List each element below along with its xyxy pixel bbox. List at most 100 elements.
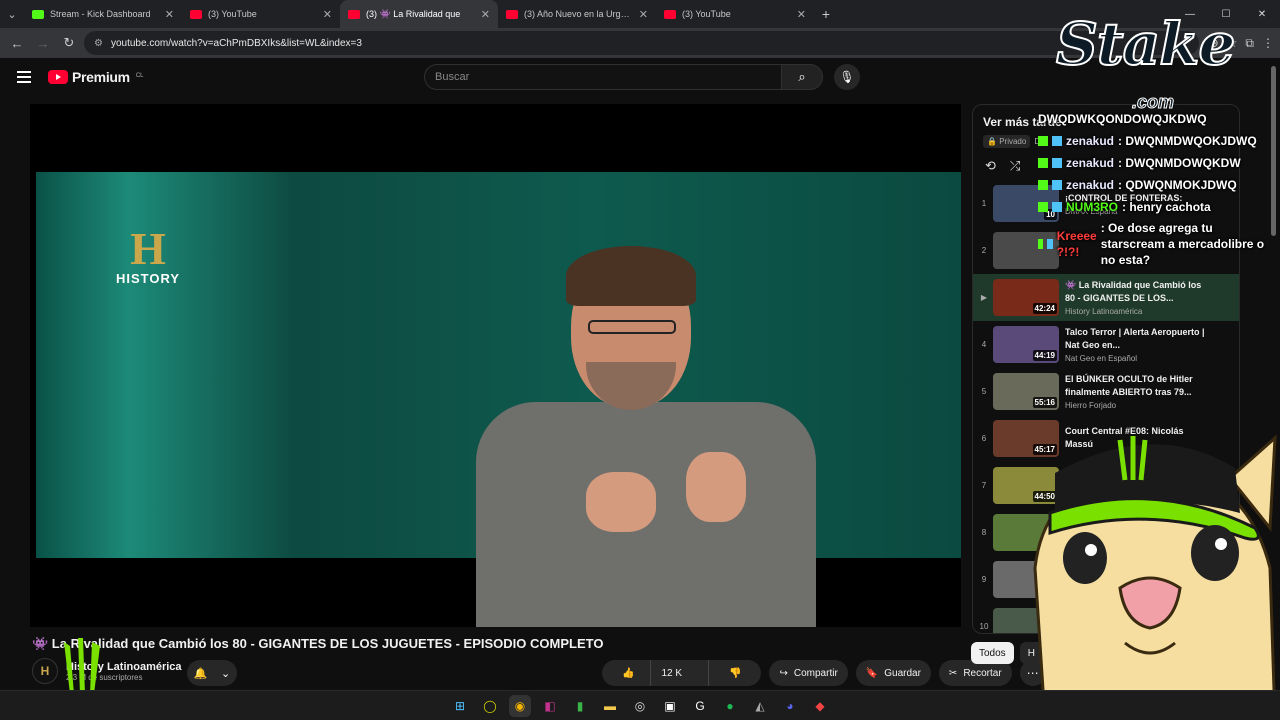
history-h-icon: H <box>130 223 166 274</box>
close-tab-icon[interactable]: ✕ <box>323 8 332 21</box>
playlist-video-channel: Hierro Forjado <box>1065 401 1117 410</box>
tab-title: (3) Año Nuevo en la Urgencia - <box>524 9 633 19</box>
playlist-index: 7 <box>981 481 987 490</box>
chat-message: Kreeee ?!?! : Oe dose agrega tu starscre… <box>1038 218 1278 268</box>
close-window-icon[interactable]: ✕ <box>1244 0 1280 28</box>
playlist-item[interactable]: 5 55:16 El BÚNKER OCULTO de Hitler final… <box>973 368 1239 415</box>
thumbs-up-icon: 👍 <box>622 667 635 679</box>
youtube-play-icon <box>48 70 68 84</box>
sub-badge-icon <box>1052 136 1062 146</box>
share-icon: ↪ <box>779 667 788 679</box>
like-count: 12 K <box>650 660 692 686</box>
bell-icon: 🔔 <box>193 667 208 680</box>
playlist-index: 6 <box>981 434 987 443</box>
browser-tab[interactable]: (3) YouTube ✕ <box>182 0 340 28</box>
video-thumbnail[interactable]: 42:24 <box>993 279 1059 316</box>
loop-icon[interactable]: ⟲ <box>985 158 996 174</box>
clip-label: Recortar <box>963 667 1002 679</box>
shuffle-icon[interactable]: ⤮ <box>1010 158 1020 174</box>
app-icon[interactable]: ◯ <box>479 695 501 717</box>
app-icon[interactable]: ◭ <box>749 695 771 717</box>
new-tab-button[interactable]: + <box>814 6 838 22</box>
chat-message: zenakud : DWQNMDWQOKJDWQ <box>1038 130 1278 152</box>
os-taskbar: ⊞ ◯ ◉ ◧ ▮ ▬ ◎ ▣ G ● ◭ ◕ ◆ <box>0 690 1280 720</box>
playlist-video-channel: History Latinoamérica <box>1065 307 1143 316</box>
windows-start-icon[interactable]: ⊞ <box>449 695 471 717</box>
share-button[interactable]: ↪ Compartir <box>769 660 848 686</box>
hamburger-menu-icon[interactable] <box>12 65 36 89</box>
playlist-video-title: 👾 La Rivalidad que Cambió los 80 - GIGAN… <box>1065 280 1202 303</box>
chat-username: zenakud <box>1066 178 1115 192</box>
kick-badge-icon <box>1038 158 1048 168</box>
back-icon[interactable]: ← <box>6 32 28 54</box>
menu-icon[interactable]: ⋮ <box>1262 36 1274 51</box>
youtube-premium-logo[interactable]: Premium CL <box>48 69 143 85</box>
youtube-favicon-icon <box>506 9 518 19</box>
discord-icon[interactable]: ◕ <box>779 695 801 717</box>
playlist-index: 4 <box>981 340 987 349</box>
filter-chip[interactable]: Todos <box>971 642 1014 664</box>
app-icon[interactable]: ▮ <box>569 695 591 717</box>
channel-avatar[interactable]: H <box>32 658 58 684</box>
chat-message: zenakud : DWQNMDOWQKDW <box>1038 152 1278 174</box>
playlist-item[interactable]: 4 44:19 Talco Terror | Alerta Aeropuerto… <box>973 321 1239 368</box>
extensions-icon[interactable]: ⧉ <box>1245 36 1254 51</box>
video-thumbnail[interactable]: 55:16 <box>993 373 1059 410</box>
playlist-video-channel: Nat Geo en Español <box>1065 354 1138 363</box>
privacy-label: Privado <box>999 137 1027 146</box>
reload-icon[interactable]: ↻ <box>58 32 80 54</box>
app-icon[interactable]: G <box>689 695 711 717</box>
dislike-button[interactable]: 👎 <box>708 660 761 686</box>
close-tab-icon[interactable]: ✕ <box>797 8 806 21</box>
video-thumbnail[interactable]: 44:19 <box>993 326 1059 363</box>
chat-text: : QDWQNMOKJDWQ <box>1118 178 1237 192</box>
chrome-icon[interactable]: ◉ <box>509 694 531 717</box>
browser-tab[interactable]: Stream - Kick Dashboard ✕ <box>24 0 182 28</box>
bookmark-icon: 🔖 <box>865 667 879 679</box>
app-icon[interactable]: ▣ <box>659 695 681 717</box>
presenter-figure <box>456 246 826 627</box>
kick-badge-icon <box>1038 239 1044 249</box>
scissors-icon: ✂ <box>948 667 958 679</box>
playlist-index: 1 <box>981 199 987 208</box>
stake-logo: Stake <box>1055 9 1236 79</box>
app-icon[interactable]: ◆ <box>809 695 831 717</box>
like-button[interactable]: 👍 12 K <box>602 660 702 686</box>
video-player[interactable]: H HISTORY <box>30 104 961 627</box>
tab-title: (3) YouTube <box>682 9 731 19</box>
browser-tab[interactable]: (3) Año Nuevo en la Urgencia - ✕ <box>498 0 656 28</box>
stream-chat-overlay: DWQDWKQONDOWQJKDWQ zenakud : DWQNMDWQOKJD… <box>1038 108 1278 268</box>
close-tab-icon[interactable]: ✕ <box>639 8 648 21</box>
playlist-index: 9 <box>981 575 987 584</box>
search-input[interactable]: Buscar <box>424 64 782 90</box>
like-dislike-group: 👍 12 K 👎 <box>602 660 762 686</box>
site-info-icon[interactable]: ⚙ <box>94 38 103 49</box>
youtube-favicon-icon <box>348 9 360 19</box>
search-button[interactable]: ⌕ <box>781 64 823 90</box>
share-label: Compartir <box>793 667 838 679</box>
file-explorer-icon[interactable]: ▬ <box>599 695 621 717</box>
video-title: 👾 La Rivalidad que Cambió los 80 - GIGAN… <box>32 636 604 651</box>
forward-icon[interactable]: → <box>32 32 54 54</box>
sub-badge-icon <box>1052 158 1062 168</box>
chat-message: DWQDWKQONDOWQJKDWQ <box>1038 108 1278 130</box>
tab-search-icon[interactable]: ⌄ <box>0 0 24 28</box>
playlist-video-title: El BÚNKER OCULTO de Hitler finalmente AB… <box>1065 374 1193 397</box>
kick-badge-icon <box>1038 202 1048 212</box>
playlist-index: 10 <box>979 622 989 631</box>
voice-search-icon[interactable]: 🎙 <box>834 64 860 90</box>
lock-icon: 🔒 <box>987 137 997 146</box>
spotify-icon[interactable]: ● <box>719 695 741 717</box>
notification-bell-button[interactable]: 🔔 ⌄ <box>187 660 237 686</box>
app-icon[interactable]: ◧ <box>539 695 561 717</box>
playlist-item[interactable]: ▶ 42:24 👾 La Rivalidad que Cambió los 80… <box>973 274 1239 321</box>
tab-title: Stream - Kick Dashboard <box>50 9 151 19</box>
obs-icon[interactable]: ◎ <box>629 695 651 717</box>
close-tab-icon[interactable]: ✕ <box>481 8 490 21</box>
close-tab-icon[interactable]: ✕ <box>165 8 174 21</box>
browser-tab[interactable]: (3) 👾 La Rivalidad que ✕ <box>340 0 498 28</box>
save-button[interactable]: 🔖 Guardar <box>855 660 931 686</box>
url-field[interactable]: ⚙ youtube.com/watch?v=aChPmDBXIks&list=W… <box>84 31 1199 55</box>
browser-tab[interactable]: (3) YouTube ✕ <box>656 0 814 28</box>
thumbs-down-icon: 👎 <box>729 667 742 679</box>
